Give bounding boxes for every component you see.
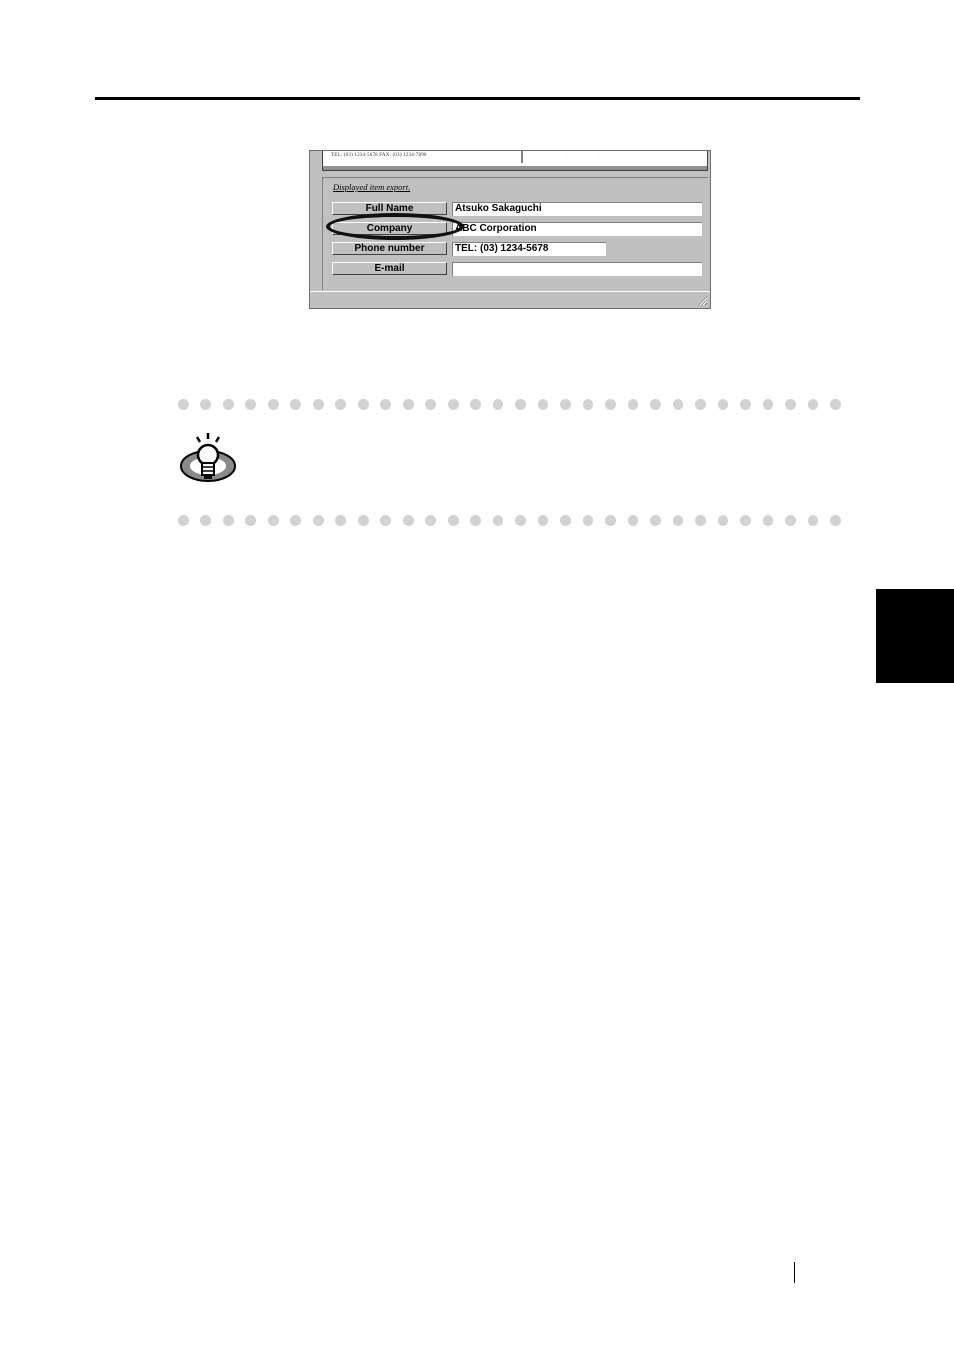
divider-dot [650, 399, 661, 410]
header-rule [95, 97, 860, 100]
divider-dot [515, 515, 526, 526]
resize-grip-icon[interactable] [697, 295, 708, 306]
divider-dot [492, 515, 504, 526]
divider-dot [312, 515, 324, 526]
divider-dot [200, 515, 212, 526]
divider-dot [560, 399, 571, 410]
divider-dot [627, 515, 639, 526]
page-number-divider [794, 1262, 795, 1283]
divider-dot [290, 515, 302, 526]
divider-dot [582, 515, 594, 526]
divider-dot [560, 515, 571, 526]
divider-dot [785, 399, 796, 410]
divider-dot [200, 399, 212, 410]
divider-dot [605, 515, 616, 526]
divider-dot [762, 515, 774, 526]
divider-dot [178, 399, 189, 410]
divider-dot [290, 399, 302, 410]
card-image-back: · · · · · · [525, 151, 703, 163]
divider-dot [470, 515, 481, 526]
card-preview-text: TEL: (03) 1234-5678 FAX: (03) 1234-7890 [331, 153, 427, 158]
phone-number-button[interactable]: Phone number [332, 242, 447, 255]
divider-dot [807, 399, 819, 410]
divider-dot [402, 399, 414, 410]
full-name-button[interactable]: Full Name [332, 202, 447, 215]
full-name-field[interactable]: Atsuko Sakaguchi [452, 202, 702, 216]
divider-dot [402, 515, 414, 526]
divider-dot [605, 399, 616, 410]
divider-dot [470, 399, 481, 410]
email-field[interactable] [452, 262, 702, 276]
divider-dot [695, 399, 706, 410]
divider-dot [830, 399, 841, 410]
status-bar [310, 291, 710, 308]
company-button[interactable]: Company [332, 222, 447, 235]
divider-dot [178, 515, 189, 526]
divider-dot [672, 515, 684, 526]
divider-dot [357, 515, 369, 526]
email-button[interactable]: E-mail [332, 262, 447, 275]
divider-dot [222, 399, 234, 410]
divider-dot [380, 399, 392, 410]
screenshot-figure: TEL: (03) 1234-5678 FAX: (03) 1234-7890 … [309, 150, 711, 309]
divider-dot [312, 399, 324, 410]
divider-dot [425, 399, 437, 410]
hint-bottom-dot-divider [178, 515, 841, 526]
divider-dot [245, 515, 257, 526]
divider-dot [740, 399, 751, 410]
divider-dot [335, 515, 347, 526]
divider-dot [357, 399, 369, 410]
card-preview: TEL: (03) 1234-5678 FAX: (03) 1234-7890 … [322, 151, 708, 171]
group-label: Displayed item export. [333, 182, 411, 192]
export-panel: Displayed item export. Full Name Atsuko … [322, 177, 708, 290]
divider-dot [447, 399, 459, 410]
hint-top-dot-divider [178, 399, 841, 410]
divider-dot [267, 399, 279, 410]
divider-dot [380, 515, 392, 526]
divider-dot [717, 399, 729, 410]
lightbulb-hint-icon [180, 433, 236, 482]
divider-dot [447, 515, 459, 526]
divider-dot [515, 399, 526, 410]
divider-dot [425, 515, 437, 526]
divider-dot [785, 515, 796, 526]
divider-dot [335, 399, 347, 410]
divider-dot [807, 515, 819, 526]
divider-dot [830, 515, 841, 526]
phone-number-field[interactable]: TEL: (03) 1234-5678 [452, 242, 606, 256]
divider-dot [717, 515, 729, 526]
divider-dot [582, 399, 594, 410]
divider-dot [650, 515, 661, 526]
divider-dot [267, 515, 279, 526]
divider-dot [672, 399, 684, 410]
divider-dot [492, 399, 504, 410]
company-field[interactable]: ABC Corporation [452, 222, 702, 236]
divider-dot [627, 399, 639, 410]
divider-dot [537, 399, 549, 410]
card-image-front: TEL: (03) 1234-5678 FAX: (03) 1234-7890 [325, 151, 523, 163]
chapter-tab [876, 589, 954, 683]
divider-dot [740, 515, 751, 526]
divider-dot [695, 515, 706, 526]
divider-dot [222, 515, 234, 526]
divider-dot [245, 399, 257, 410]
divider-dot [762, 399, 774, 410]
divider-dot [537, 515, 549, 526]
